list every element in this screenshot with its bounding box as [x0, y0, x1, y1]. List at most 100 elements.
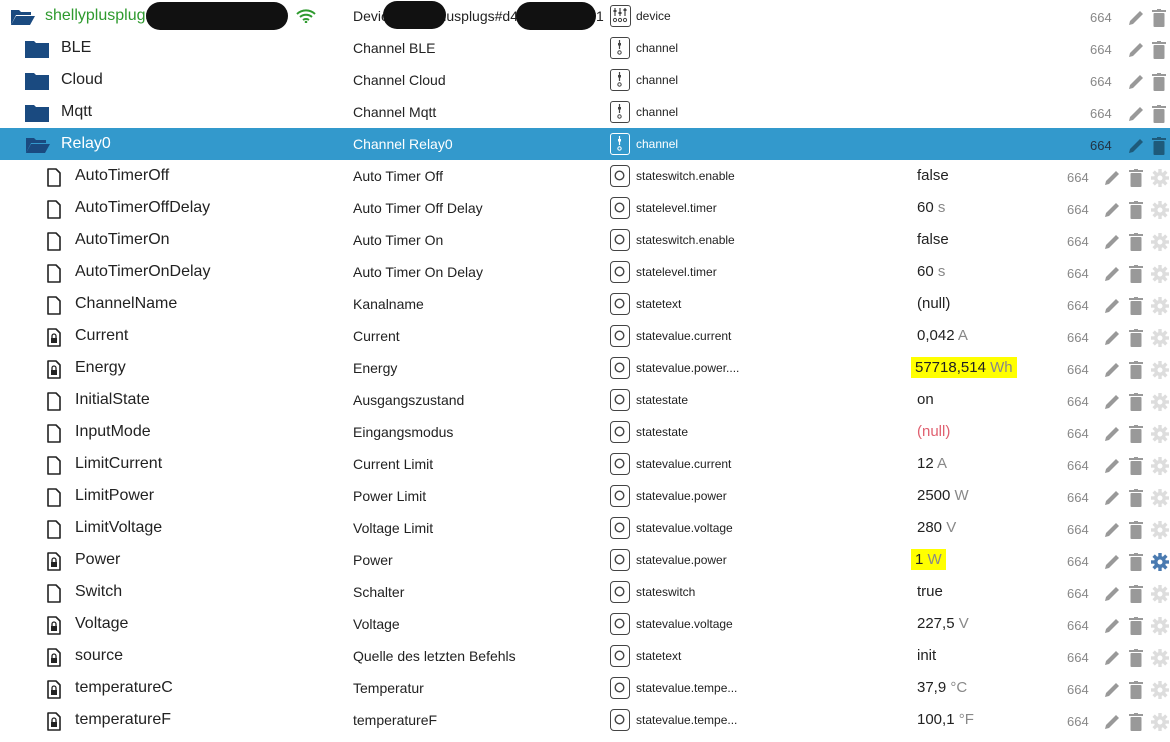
edit-icon[interactable]	[1103, 233, 1123, 251]
gear-icon[interactable]	[1151, 457, 1169, 475]
state-row[interactable]: Switch Schalter stateswitch true 664	[0, 576, 1170, 608]
trash-icon[interactable]	[1129, 489, 1143, 507]
folder-icon[interactable]	[25, 104, 49, 122]
edit-icon[interactable]	[1103, 521, 1123, 539]
state-row[interactable]: source Quelle des letzten Befehls statet…	[0, 640, 1170, 672]
state-value[interactable]: 37,9 °C	[917, 672, 967, 704]
state-row[interactable]: AutoTimerOnDelay Auto Timer On Delay sta…	[0, 256, 1170, 288]
state-row[interactable]: AutoTimerOffDelay Auto Timer Off Delay s…	[0, 192, 1170, 224]
gear-icon[interactable]	[1151, 521, 1169, 539]
trash-icon[interactable]	[1152, 41, 1166, 59]
gear-icon[interactable]	[1151, 393, 1169, 411]
channel-row[interactable]: Mqtt Channel Mqtt channel 664	[0, 96, 1170, 128]
device-row[interactable]: shellyplusplugs#d4d4 Device shellypluspl…	[0, 0, 1170, 32]
state-value[interactable]: 12 A	[917, 448, 947, 480]
state-value[interactable]: 60 s	[917, 192, 945, 224]
channel-row[interactable]: BLE Channel BLE channel 664	[0, 32, 1170, 64]
gear-icon[interactable]	[1151, 553, 1169, 571]
gear-icon[interactable]	[1151, 361, 1169, 379]
state-value[interactable]: init	[917, 640, 936, 672]
state-value[interactable]: 280 V	[917, 512, 956, 544]
folder-open-icon[interactable]	[25, 136, 51, 154]
state-row[interactable]: temperatureC Temperatur statevalue.tempe…	[0, 672, 1170, 704]
state-value[interactable]: 0,042 A	[917, 320, 968, 352]
state-row[interactable]: Power Power statevalue.power 1 W 664	[0, 544, 1170, 576]
gear-icon[interactable]	[1151, 233, 1169, 251]
folder-icon[interactable]	[25, 72, 49, 90]
edit-icon[interactable]	[1103, 297, 1123, 315]
edit-icon[interactable]	[1103, 713, 1123, 731]
gear-icon[interactable]	[1151, 489, 1169, 507]
edit-icon[interactable]	[1127, 41, 1147, 59]
state-row[interactable]: AutoTimerOn Auto Timer On stateswitch.en…	[0, 224, 1170, 256]
edit-icon[interactable]	[1103, 585, 1123, 603]
state-row[interactable]: Voltage Voltage statevalue.voltage 227,5…	[0, 608, 1170, 640]
trash-icon[interactable]	[1129, 713, 1143, 731]
trash-icon[interactable]	[1129, 553, 1143, 571]
edit-icon[interactable]	[1127, 105, 1147, 123]
state-row[interactable]: Energy Energy statevalue.power.... 57718…	[0, 352, 1170, 384]
state-value[interactable]: false	[917, 160, 949, 192]
edit-icon[interactable]	[1103, 553, 1123, 571]
channel-row[interactable]: Relay0 Channel Relay0 channel 664	[0, 128, 1170, 160]
gear-icon[interactable]	[1151, 617, 1169, 635]
edit-icon[interactable]	[1103, 425, 1123, 443]
state-value[interactable]: 227,5 V	[917, 608, 969, 640]
trash-icon[interactable]	[1129, 521, 1143, 539]
state-row[interactable]: AutoTimerOff Auto Timer Off stateswitch.…	[0, 160, 1170, 192]
state-row[interactable]: InputMode Eingangsmodus statestate (null…	[0, 416, 1170, 448]
gear-icon[interactable]	[1151, 201, 1169, 219]
trash-icon[interactable]	[1129, 617, 1143, 635]
state-value[interactable]: 57718,514 Wh	[911, 352, 1017, 384]
trash-icon[interactable]	[1129, 393, 1143, 411]
trash-icon[interactable]	[1152, 9, 1166, 27]
trash-icon[interactable]	[1152, 73, 1166, 91]
gear-icon[interactable]	[1151, 649, 1169, 667]
state-row[interactable]: ChannelName Kanalname statetext (null) 6…	[0, 288, 1170, 320]
gear-icon[interactable]	[1151, 713, 1169, 731]
trash-icon[interactable]	[1129, 201, 1143, 219]
edit-icon[interactable]	[1103, 457, 1123, 475]
trash-icon[interactable]	[1129, 297, 1143, 315]
state-row[interactable]: Current Current statevalue.current 0,042…	[0, 320, 1170, 352]
edit-icon[interactable]	[1103, 681, 1123, 699]
trash-icon[interactable]	[1129, 457, 1143, 475]
state-value[interactable]: false	[917, 224, 949, 256]
state-value[interactable]: true	[917, 576, 943, 608]
folder-icon[interactable]	[25, 40, 49, 58]
edit-icon[interactable]	[1103, 201, 1123, 219]
trash-icon[interactable]	[1129, 265, 1143, 283]
gear-icon[interactable]	[1151, 681, 1169, 699]
edit-icon[interactable]	[1103, 265, 1123, 283]
state-value[interactable]: 60 s	[917, 256, 945, 288]
trash-icon[interactable]	[1129, 649, 1143, 667]
gear-icon[interactable]	[1151, 425, 1169, 443]
edit-icon[interactable]	[1103, 329, 1123, 347]
state-row[interactable]: InitialState Ausgangszustand statestate …	[0, 384, 1170, 416]
trash-icon[interactable]	[1152, 105, 1166, 123]
trash-icon[interactable]	[1129, 681, 1143, 699]
gear-icon[interactable]	[1151, 329, 1169, 347]
trash-icon[interactable]	[1129, 361, 1143, 379]
edit-icon[interactable]	[1103, 649, 1123, 667]
trash-icon[interactable]	[1129, 169, 1143, 187]
gear-icon[interactable]	[1151, 297, 1169, 315]
edit-icon[interactable]	[1127, 9, 1147, 27]
folder-open-icon[interactable]	[10, 8, 36, 26]
edit-icon[interactable]	[1127, 73, 1147, 91]
state-row[interactable]: LimitCurrent Current Limit statevalue.cu…	[0, 448, 1170, 480]
edit-icon[interactable]	[1103, 489, 1123, 507]
gear-icon[interactable]	[1151, 169, 1169, 187]
state-value[interactable]: 1 W	[911, 544, 946, 576]
state-row[interactable]: LimitPower Power Limit statevalue.power …	[0, 480, 1170, 512]
state-row[interactable]: LimitVoltage Voltage Limit statevalue.vo…	[0, 512, 1170, 544]
trash-icon[interactable]	[1129, 585, 1143, 603]
channel-row[interactable]: Cloud Channel Cloud channel 664	[0, 64, 1170, 96]
edit-icon[interactable]	[1103, 361, 1123, 379]
trash-icon[interactable]	[1129, 329, 1143, 347]
edit-icon[interactable]	[1103, 169, 1123, 187]
gear-icon[interactable]	[1151, 265, 1169, 283]
edit-icon[interactable]	[1103, 617, 1123, 635]
state-value[interactable]: 100,1 °F	[917, 704, 974, 736]
state-value[interactable]: on	[917, 384, 934, 416]
